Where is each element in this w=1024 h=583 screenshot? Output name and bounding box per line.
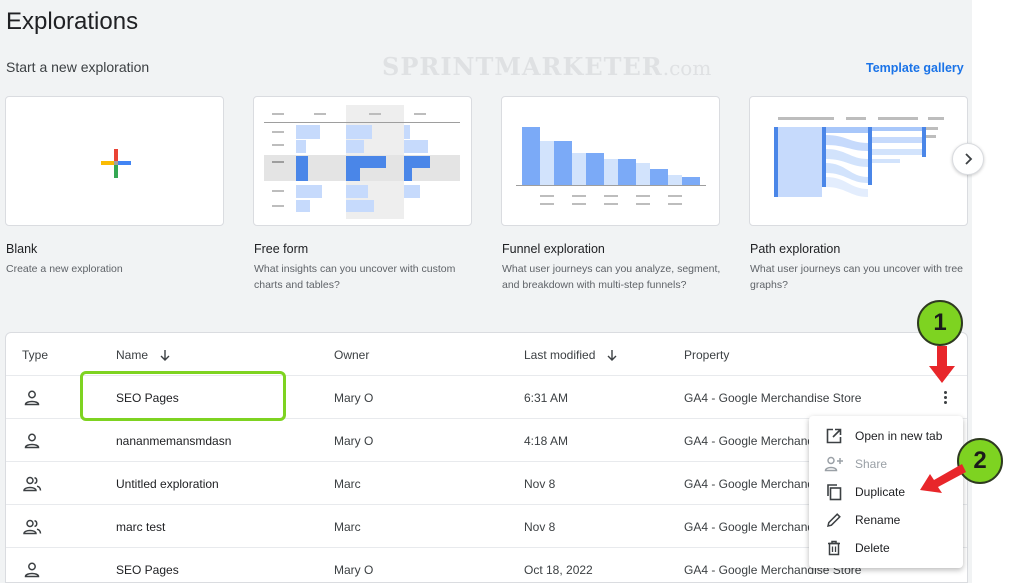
owner-cell: Marc <box>334 476 361 491</box>
kebab-dot <box>943 395 947 399</box>
menu-item-label: Open in new tab <box>855 429 943 443</box>
section-title: Start a new exploration <box>6 59 150 75</box>
menu-item-label: Share <box>855 457 888 471</box>
template-card-path[interactable] <box>749 96 968 226</box>
column-header-owner: Owner <box>334 347 370 362</box>
plus-icon <box>101 149 131 178</box>
template-desc-path: What user journeys can you uncover with … <box>750 263 964 291</box>
property-cell: GA4 - Google Merchandise Store <box>684 390 862 405</box>
last-modified-cell: 4:18 AM <box>524 433 569 448</box>
next-templates-button[interactable] <box>952 143 984 175</box>
template-desc-blank: Create a new exploration <box>6 263 123 275</box>
free-form-preview <box>264 105 460 219</box>
template-desc-funnel: What user journeys can you analyze, segm… <box>502 263 721 291</box>
arrow-down-icon <box>607 349 617 361</box>
funnel-preview <box>516 127 706 205</box>
step-1-badge: 1 <box>917 300 963 346</box>
copy-icon <box>823 481 845 503</box>
property-cell: GA4 - Google Merchand <box>684 476 815 491</box>
column-header-type: Type <box>22 347 49 362</box>
name-cell[interactable]: SEO Pages <box>116 548 179 582</box>
template-title-funnel: Funnel exploration <box>502 242 605 256</box>
path-preview <box>774 117 944 197</box>
owner-cell: Marc <box>334 519 361 534</box>
pencil-icon <box>823 509 845 531</box>
template-title-free-form: Free form <box>254 242 309 256</box>
menu-item-label: Delete <box>855 541 890 555</box>
type-cell <box>22 548 42 582</box>
step-2-arrow-icon <box>920 464 966 493</box>
open-in-new-icon <box>823 425 845 447</box>
type-cell <box>22 462 42 505</box>
watermark: SPRINTMARKETER.com <box>382 52 711 81</box>
template-card-funnel[interactable] <box>501 96 720 226</box>
chevron-right-icon <box>965 153 973 165</box>
name-cell[interactable]: nananmemansmdasn <box>116 419 231 462</box>
type-cell <box>22 376 42 419</box>
watermark-domain: .com <box>662 56 712 80</box>
template-card-free-form[interactable] <box>253 96 472 226</box>
column-header-property: Property <box>684 347 730 362</box>
type-cell <box>22 419 42 462</box>
menu-item-label: Duplicate <box>855 485 906 499</box>
watermark-main: SPRINTMARKETER <box>382 52 663 81</box>
kebab-dot <box>943 400 947 404</box>
last-modified-cell: Nov 8 <box>524 476 556 491</box>
page-title: Explorations <box>6 8 139 35</box>
name-cell[interactable]: marc test <box>116 505 165 548</box>
column-header-name[interactable]: Name <box>116 333 172 376</box>
people-icon <box>23 476 42 491</box>
template-card-blank[interactable] <box>5 96 224 226</box>
menu-item-open-in-new-tab[interactable]: Open in new tab <box>809 422 963 450</box>
column-header-last-modified[interactable]: Last modified <box>524 333 619 376</box>
menu-item-rename[interactable]: Rename <box>809 506 963 534</box>
name-cell[interactable]: Untitled exploration <box>116 462 219 505</box>
owner-cell: Mary O <box>334 390 374 405</box>
last-modified-cell: 6:31 AM <box>524 390 569 405</box>
owner-cell: Mary O <box>334 562 374 577</box>
more-options-button[interactable] <box>937 387 953 407</box>
trash-icon <box>823 537 845 559</box>
table-header: Type Name Owner Last modified Property <box>6 333 967 376</box>
template-title-blank: Blank <box>6 242 38 256</box>
person-icon <box>24 390 40 405</box>
seo-pages-highlight <box>80 371 286 421</box>
person-add-icon <box>823 453 845 475</box>
type-cell <box>22 505 42 548</box>
menu-item-label: Rename <box>855 513 901 527</box>
property-cell: GA4 - Google Merchand <box>684 433 815 448</box>
template-desc-free-form: What insights can you uncover with custo… <box>254 263 456 291</box>
people-icon <box>23 519 42 534</box>
last-modified-cell: Oct 18, 2022 <box>524 562 593 577</box>
step-1-arrow-icon <box>929 346 955 383</box>
column-header-name-label: Name <box>116 347 149 362</box>
arrow-down-icon <box>160 349 170 361</box>
last-modified-cell: Nov 8 <box>524 519 556 534</box>
template-title-path: Path exploration <box>750 242 841 256</box>
person-icon <box>24 433 40 448</box>
owner-cell: Mary O <box>334 433 374 448</box>
template-gallery-link[interactable]: Template gallery <box>866 61 964 75</box>
menu-item-delete[interactable]: Delete <box>809 534 963 562</box>
person-icon <box>24 562 40 577</box>
property-cell: GA4 - Google Merchand <box>684 519 815 534</box>
column-header-last-modified-label: Last modified <box>524 347 596 362</box>
kebab-dot <box>943 390 947 394</box>
